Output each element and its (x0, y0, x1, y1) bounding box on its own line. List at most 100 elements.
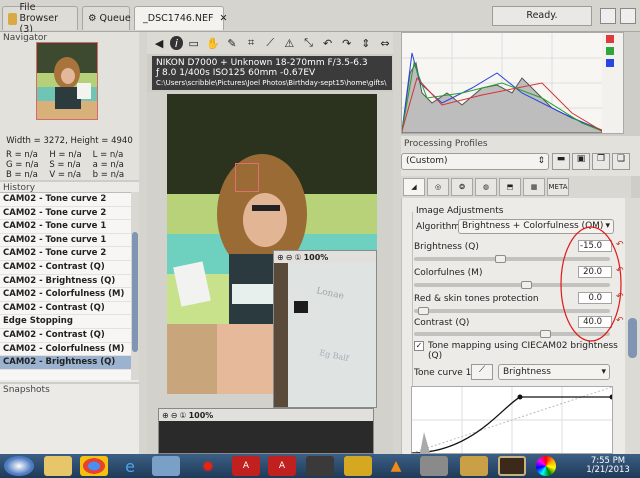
vlc-icon[interactable]: ▲ (382, 456, 410, 476)
frame-icon[interactable] (498, 456, 526, 476)
tab-queue[interactable]: ⚙ Queue (82, 6, 131, 30)
warning-icon[interactable]: ⚠ (281, 34, 297, 52)
adjustments-scrollbar[interactable] (625, 198, 640, 454)
color-tab-icon[interactable]: ❂ (451, 178, 473, 196)
processing-profiles-title: Processing Profiles (404, 139, 488, 149)
ie-icon[interactable]: e (116, 456, 144, 476)
zoom-in-icon[interactable]: ⊕ (162, 411, 169, 420)
pdf-icon[interactable]: A (232, 456, 260, 476)
tools-icon[interactable] (420, 456, 448, 476)
history-item[interactable]: CAM02 - Tone curve 2 (0, 247, 138, 261)
tab-editor[interactable]: _DSC1746.NEF ✕ (134, 6, 227, 30)
tone-curve-mode: Brightness (503, 367, 551, 377)
fullscreen-icon[interactable] (620, 8, 636, 24)
zoom-fit-icon[interactable]: ① (179, 411, 186, 420)
tone-curve-plot (411, 386, 615, 454)
history-item[interactable]: CAM02 - Contrast (Q) (0, 261, 138, 275)
zoom-in-icon[interactable]: ⊕ (277, 253, 284, 262)
history-item[interactable]: CAM02 - Tone curve 2 (0, 207, 138, 221)
info-icon[interactable]: i (170, 36, 183, 50)
zoom-out-icon[interactable]: ⊖ (171, 411, 178, 420)
history-item[interactable]: CAM02 - Colorfulness (M) (0, 288, 138, 302)
history-item[interactable]: Edge Stopping (0, 315, 138, 329)
color-picker-icon[interactable]: ✎ (224, 34, 240, 52)
straighten-icon[interactable]: ⟋ (262, 34, 278, 52)
crop-icon[interactable]: ⌗ (243, 34, 259, 52)
windows-start-icon[interactable] (4, 456, 34, 476)
history-item[interactable]: CAM02 - Tone curve 1 (0, 220, 138, 234)
brightness-knob[interactable] (495, 255, 507, 263)
tone-curve-mode-select[interactable]: Brightness ▾ (498, 364, 610, 380)
explorer-icon[interactable] (44, 456, 72, 476)
zoom-out-icon[interactable]: ⊖ (286, 253, 293, 262)
folder-icon[interactable] (460, 456, 488, 476)
flip-horizontal-icon[interactable]: ⇔ (377, 34, 393, 52)
brightness-label: Brightness (Q) (414, 242, 479, 252)
detail-window-2[interactable]: ⊕ ⊖ ① 100% (158, 408, 374, 454)
detail-tab-icon[interactable]: ◎ (427, 178, 449, 196)
clock[interactable]: 7:55 PM 1/21/2013 (580, 457, 636, 475)
raw-tab-icon[interactable]: ▦ (523, 178, 545, 196)
navigator-thumbnail[interactable] (36, 42, 98, 120)
detail-window-header: ⊕ ⊖ ① 100% (274, 251, 376, 263)
colorfulness-knob[interactable] (521, 281, 533, 289)
rotate-right-icon[interactable]: ↷ (339, 34, 355, 52)
advanced-tab-icon[interactable]: ◍ (475, 178, 497, 196)
photos-icon[interactable] (152, 456, 180, 476)
rotate-left-icon[interactable]: ↶ (320, 34, 336, 52)
layout-icon[interactable] (600, 8, 616, 24)
history-item[interactable]: CAM02 - Contrast (Q) (0, 302, 138, 316)
b-value: B = n/a (6, 170, 38, 180)
history-item[interactable]: CAM02 - Contrast (Q) (0, 329, 138, 343)
before-after-icon[interactable]: ▭ (186, 34, 202, 52)
history-item[interactable]: CAM02 - Tone curve 2 (0, 193, 138, 207)
terminal-icon[interactable] (306, 456, 334, 476)
history-scrollbar[interactable] (131, 192, 139, 380)
tone-mapping-checkbox[interactable]: ✓ (414, 341, 424, 351)
pdf-icon[interactable]: A (268, 456, 296, 476)
history-item[interactable]: CAM02 - Tone curve 1 (0, 234, 138, 248)
zoom-fit-icon[interactable]: ① (294, 253, 301, 262)
skin-protection-knob[interactable] (417, 307, 429, 315)
hand-tool-icon[interactable]: ✋ (205, 34, 221, 52)
detail-window-header: ⊕ ⊖ ① 100% (159, 409, 373, 421)
close-icon[interactable]: ✕ (220, 13, 228, 24)
tab-file-browser[interactable]: File Browser (3) (2, 2, 78, 35)
right-panel-divider[interactable] (393, 32, 401, 454)
detail-window[interactable]: ⊕ ⊖ ① 100% Lonae Eg Balf (273, 250, 377, 408)
exif-overlay: NIKON D7000 + Unknown 18-270mm F/3.5-6.3… (152, 56, 392, 90)
color-wheel-icon[interactable] (536, 456, 556, 476)
history-item[interactable]: CAM02 - Brightness (Q) (0, 275, 138, 289)
starburst-icon[interactable]: ✹ (194, 456, 222, 476)
open-profile-icon[interactable]: ▬ (552, 153, 570, 170)
gear-icon: ⚙ (88, 12, 97, 24)
copy-profile-icon[interactable]: ❐ (592, 153, 610, 170)
contrast-label: Contrast (Q) (414, 318, 470, 328)
tab-label: File Browser (3) (19, 2, 59, 35)
paste-profile-icon[interactable]: ❏ (612, 153, 630, 170)
transform-icon[interactable]: ⤡ (300, 34, 316, 52)
exposure-tab-icon[interactable]: ◢ (403, 178, 425, 196)
history-item[interactable]: CAM02 - Colorfulness (M) (0, 343, 138, 357)
contrast-knob[interactable] (539, 330, 551, 338)
profile-select[interactable]: (Custom) ⇕ (401, 153, 549, 170)
green-channel-toggle[interactable] (606, 47, 614, 55)
metadata-tab-icon[interactable]: META (547, 178, 569, 196)
curve-type-icon[interactable]: ⟋ (471, 364, 493, 380)
red-channel-toggle[interactable] (606, 35, 614, 43)
save-profile-icon[interactable]: ▣ (572, 153, 590, 170)
flip-vertical-icon[interactable]: ⇕ (358, 34, 374, 52)
blue-channel-toggle[interactable] (606, 59, 614, 67)
hide-left-panel-icon[interactable]: ◀ (151, 34, 167, 52)
left-panel-divider[interactable] (139, 32, 147, 454)
chrome-icon[interactable] (80, 456, 108, 476)
history-item-selected[interactable]: CAM02 - Brightness (Q) (0, 356, 138, 370)
tool-tabs: ◢ ◎ ❂ ◍ ⬒ ▦ META (401, 176, 631, 198)
transform-tab-icon[interactable]: ⬒ (499, 178, 521, 196)
stamp-icon[interactable] (344, 456, 372, 476)
s-value: S = n/a (49, 160, 81, 170)
detail-focus-box[interactable] (235, 163, 259, 192)
file-path: C:\Users\scribble\Pictures\Joel Photos\B… (156, 79, 387, 87)
camera-line: NIKON D7000 + Unknown 18-270mm F/3.5-6.3 (156, 58, 368, 68)
tone-curve-editor[interactable] (411, 386, 615, 454)
